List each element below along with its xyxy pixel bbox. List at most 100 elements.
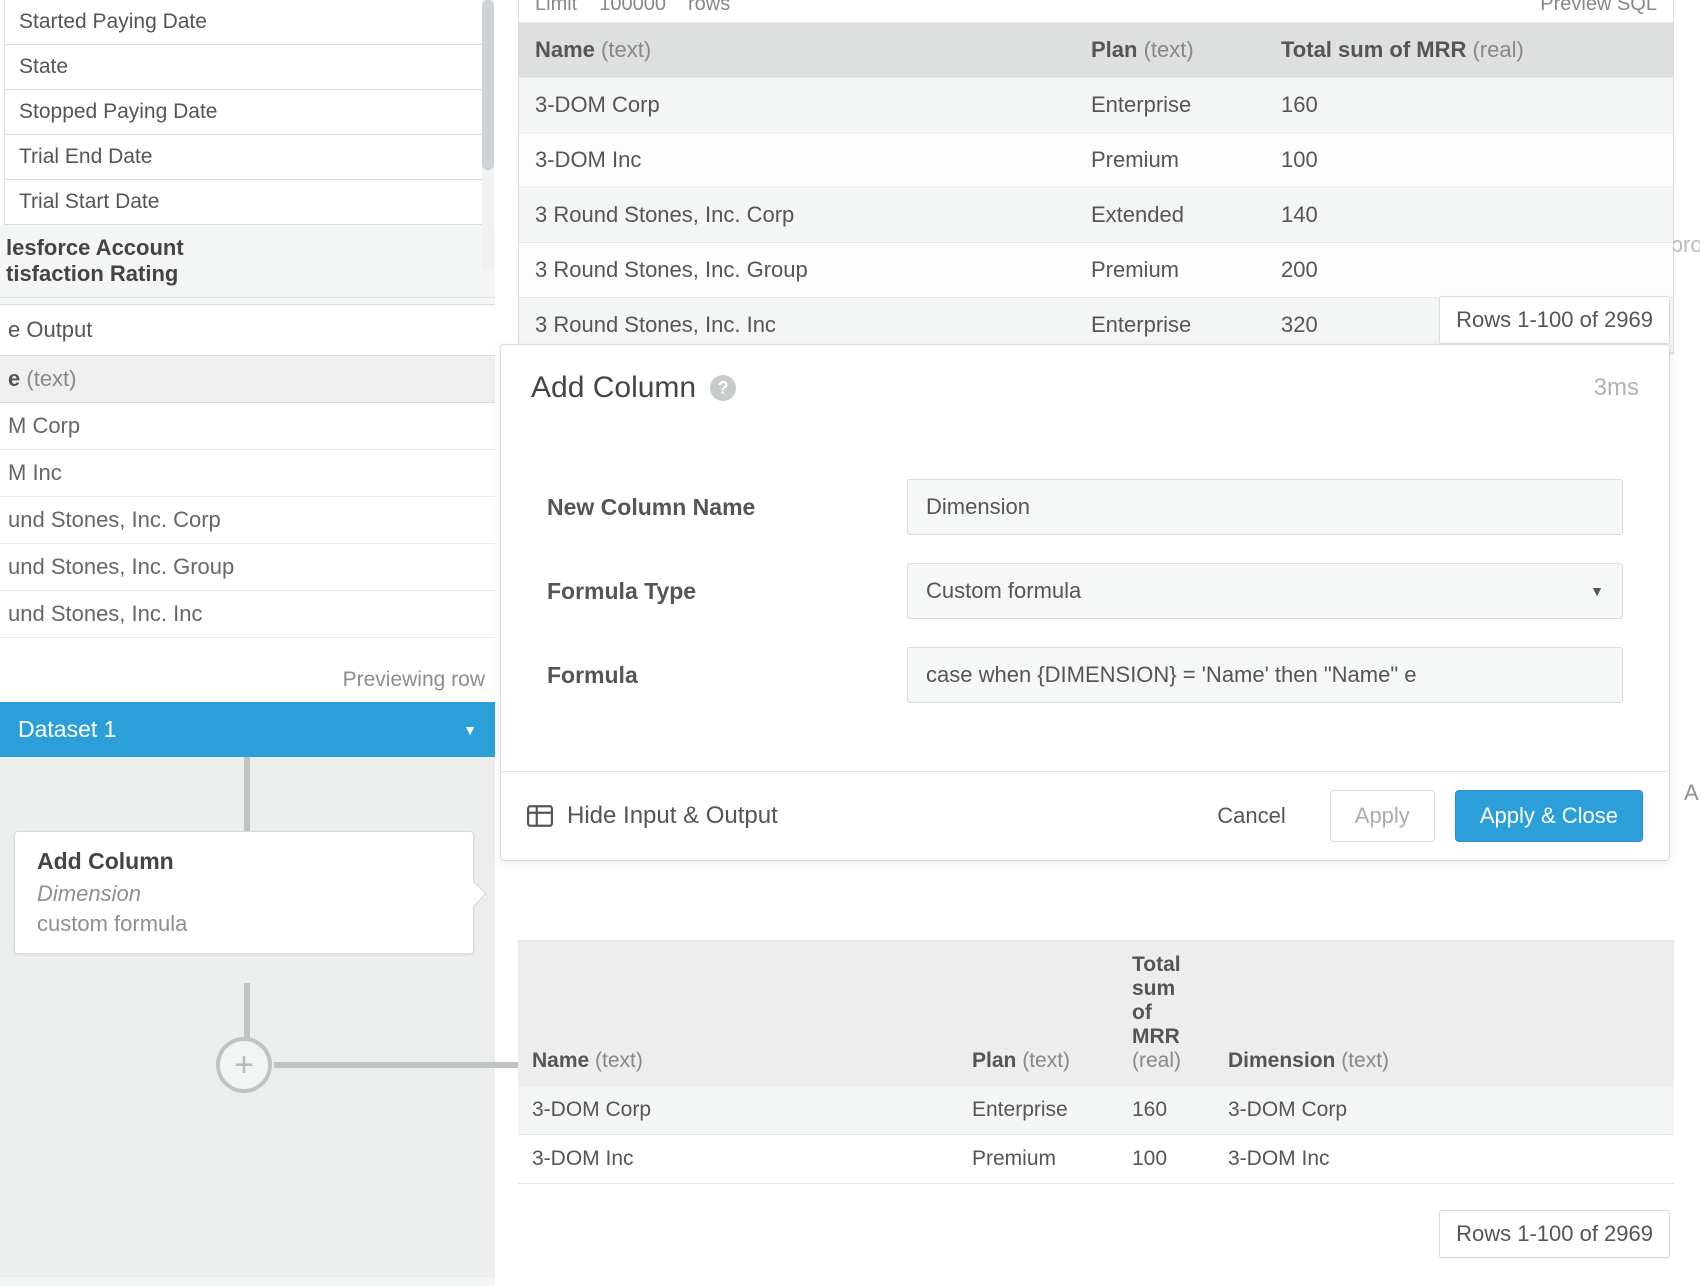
truncated-text: ɔro [1672,232,1700,258]
input-column-name[interactable]: Dimension [907,479,1623,535]
scrollbar-track[interactable] [482,0,494,270]
table-header-row: Name (text) Plan (text) Total sum of MRR… [519,23,1673,78]
card-caret-icon [473,880,487,908]
field-group-title: lesforce Account tisfaction Rating [0,225,495,298]
field-formula-type: Formula Type Custom formula ▼ [547,563,1623,619]
output-row[interactable]: und Stones, Inc. Corp [0,497,495,544]
input-formula[interactable]: case when {DIMENSION} = 'Name' then "Nam… [907,647,1623,703]
dialog-title: Add Column ? [531,371,736,405]
cell-dim: 3-DOM Inc [1214,1135,1674,1183]
table-header-row: Name (text) Plan (text) Total sum of MRR… [518,941,1674,1086]
field-item[interactable]: Trial Start Date [4,179,491,225]
table-row[interactable]: 3-DOM Corp Enterprise 160 3-DOM Corp [518,1086,1674,1135]
output-section-header: e Output [0,304,495,356]
cell-plan: Premium [958,1135,1118,1183]
output-row[interactable]: M Inc [0,450,495,497]
th-dimension[interactable]: Dimension (text) [1214,1037,1674,1085]
pipeline-step-subtitle: Dimension [37,881,451,907]
table-row[interactable]: 3-DOM Corp Enterprise 160 [519,78,1673,133]
cell-plan: Enterprise [958,1086,1118,1134]
plus-icon: + [234,1046,254,1085]
cell-name: 3-DOM Corp [519,78,1075,132]
label-formula: Formula [547,662,907,689]
add-column-dialog: Add Column ? 3ms New Column Name Dimensi… [500,344,1670,861]
cell-plan: Premium [1075,133,1265,187]
th-mrr[interactable]: Total sum of MRR(real) [1118,941,1214,1085]
apply-close-button[interactable]: Apply & Close [1455,790,1643,842]
dataset-bar[interactable]: Dataset 1 ▼ [0,702,495,757]
add-step-button[interactable]: + [216,1037,272,1093]
cell-name: 3 Round Stones, Inc. Corp [519,188,1075,242]
cell-mrr: 100 [1265,133,1673,187]
dialog-title-text: Add Column [531,371,696,405]
cell-name: 3-DOM Corp [518,1086,958,1134]
chevron-down-icon: ▼ [1590,583,1604,599]
cell-name: 3 Round Stones, Inc. Group [519,243,1075,297]
scrollbar-thumb[interactable] [482,0,494,170]
cell-plan: Premium [1075,243,1265,297]
cell-name: 3-DOM Inc [518,1135,958,1183]
cell-plan: Extended [1075,188,1265,242]
output-row[interactable]: und Stones, Inc. Group [0,544,495,591]
th-plan[interactable]: Plan (text) [1075,23,1265,77]
dialog-header: Add Column ? 3ms [501,345,1669,431]
dialog-footer: Hide Input & Output Cancel Apply Apply &… [501,771,1669,860]
field-item[interactable]: State [4,44,491,90]
field-item[interactable]: Stopped Paying Date [4,89,491,135]
row-count-badge: Rows 1-100 of 2969 [1439,296,1670,344]
query-timing: 3ms [1594,374,1639,402]
output-column-header: e (text) [0,356,495,403]
limit-value[interactable]: 100000 [599,0,666,16]
output-col-name: e [8,366,20,391]
output-row[interactable]: M Corp [0,403,495,450]
pipeline-canvas: Add Column Dimension custom formula + [0,757,495,1277]
select-value: Custom formula [926,578,1081,604]
dialog-body: New Column Name Dimension Formula Type C… [501,431,1669,771]
cell-name: 3-DOM Inc [519,133,1075,187]
chevron-down-icon[interactable]: ▼ [463,722,477,738]
pipe-connector [244,757,250,831]
th-name[interactable]: Name (text) [519,23,1075,77]
limit-label: Limit [535,0,577,16]
cell-mrr: 140 [1265,188,1673,242]
field-formula: Formula case when {DIMENSION} = 'Name' t… [547,647,1623,703]
table-row[interactable]: 3-DOM Inc Premium 100 3-DOM Inc [518,1135,1674,1184]
table-icon [527,805,553,827]
truncated-text: A [1684,780,1699,806]
table-row[interactable]: 3 Round Stones, Inc. Corp Extended 140 [519,188,1673,243]
sidebar: Started Paying Date State Stopped Paying… [0,0,495,1286]
row-count-badge: Rows 1-100 of 2969 [1439,1210,1670,1258]
pipeline-step-card[interactable]: Add Column Dimension custom formula [14,831,474,954]
pipeline-step-desc: custom formula [37,911,451,937]
pipeline-step-title: Add Column [37,848,451,875]
field-item[interactable]: Started Paying Date [4,0,491,45]
help-icon[interactable]: ? [710,375,736,401]
preview-sql-link[interactable]: Preview SQL [1540,0,1657,16]
label-formula-type: Formula Type [547,578,907,605]
select-formula-type[interactable]: Custom formula ▼ [907,563,1623,619]
th-plan[interactable]: Plan (text) [958,1037,1118,1085]
output-row[interactable]: und Stones, Inc. Inc [0,591,495,638]
preview-rows-label: Previewing row [0,638,495,702]
cancel-button[interactable]: Cancel [1193,791,1309,841]
result-table: Name (text) Plan (text) Total sum of MRR… [518,940,1674,1184]
label-column-name: New Column Name [547,494,907,521]
cell-mrr: 200 [1265,243,1673,297]
apply-button[interactable]: Apply [1330,790,1435,842]
table-row[interactable]: 3 Round Stones, Inc. Group Premium 200 [519,243,1673,298]
output-rows: M Corp M Inc und Stones, Inc. Corp und S… [0,403,495,638]
group-line: tisfaction Rating [6,261,178,286]
field-new-column-name: New Column Name Dimension [547,479,1623,535]
field-item[interactable]: Trial End Date [4,134,491,180]
cell-dim: 3-DOM Corp [1214,1086,1674,1134]
table-row[interactable]: 3-DOM Inc Premium 100 [519,133,1673,188]
dataset-name: Dataset 1 [18,716,116,743]
cell-mrr: 100 [1118,1135,1214,1183]
th-name[interactable]: Name (text) [518,1037,958,1085]
cell-plan: Enterprise [1075,78,1265,132]
hide-io-toggle[interactable]: Hide Input & Output [527,802,778,830]
limit-rows: rows [688,0,730,16]
th-mrr[interactable]: Total sum of MRR (real) [1265,23,1673,77]
group-line: lesforce Account [6,235,184,260]
field-list: Started Paying Date State Stopped Paying… [0,0,495,298]
